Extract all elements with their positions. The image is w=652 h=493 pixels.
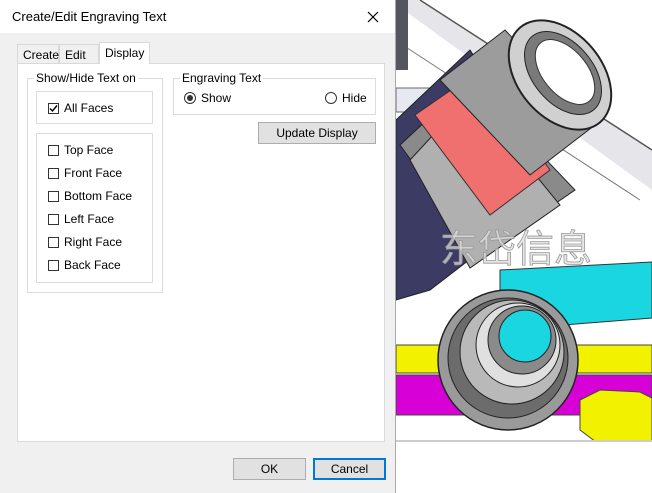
tab-create[interactable]: Create [17, 44, 59, 63]
tab-display[interactable]: Display [99, 42, 150, 64]
checkbox-box [48, 167, 59, 179]
back-face-label: Back Face [64, 258, 121, 272]
yellow-nut [579, 389, 652, 446]
all-faces-box: All Faces [36, 91, 153, 124]
title-bar: Create/Edit Engraving Text [0, 0, 395, 33]
faces-box: Top Face Front Face Bottom Face Left Fac… [36, 133, 153, 283]
ok-button[interactable]: OK [233, 458, 306, 480]
radio-circle [184, 92, 196, 104]
checkmark-icon [49, 104, 58, 112]
back-face-checkbox[interactable]: Back Face [48, 258, 121, 272]
bottom-face-checkbox[interactable]: Bottom Face [48, 189, 132, 203]
checkbox-box [48, 144, 59, 156]
update-display-button[interactable]: Update Display [258, 122, 376, 144]
show-radio-label: Show [201, 91, 232, 105]
cancel-button[interactable]: Cancel [313, 458, 386, 480]
hide-radio-label: Hide [342, 91, 367, 105]
radio-circle [325, 92, 337, 104]
all-faces-checkbox[interactable]: All Faces [48, 101, 113, 115]
checkbox-box [48, 236, 59, 248]
show-radio[interactable]: Show [184, 91, 231, 105]
bottom-face-label: Bottom Face [64, 189, 133, 203]
radio-selected-dot [187, 95, 193, 101]
show-hide-group: Show/Hide Text on All Faces Top Face Fro… [27, 71, 163, 293]
left-face-checkbox[interactable]: Left Face [48, 212, 114, 226]
dialog-title: Create/Edit Engraving Text [12, 9, 167, 24]
right-face-label: Right Face [64, 235, 123, 249]
right-face-checkbox[interactable]: Right Face [48, 235, 122, 249]
close-icon [367, 11, 379, 22]
engraving-dialog: Create/Edit Engraving Text Create Edit D… [0, 0, 396, 493]
checkbox-box [48, 190, 59, 202]
left-face-label: Left Face [64, 212, 115, 226]
watermark-text: 东岱信息 [440, 227, 592, 271]
engraving-text-legend: Engraving Text [180, 71, 264, 85]
top-face-checkbox[interactable]: Top Face [48, 143, 113, 157]
checkbox-box [48, 259, 59, 271]
front-face-label: Front Face [64, 166, 123, 180]
top-face-label: Top Face [64, 143, 114, 157]
engraving-text-group: Engraving Text Show Hide [173, 71, 376, 115]
tab-edit[interactable]: Edit [59, 44, 99, 63]
front-face-checkbox[interactable]: Front Face [48, 166, 122, 180]
show-hide-legend: Show/Hide Text on [34, 71, 138, 85]
close-button[interactable] [351, 0, 395, 33]
hide-radio[interactable]: Hide [325, 91, 367, 105]
checkbox-box [48, 102, 59, 114]
checkbox-box [48, 213, 59, 225]
all-faces-label: All Faces [64, 101, 114, 115]
display-tab-panel: Show/Hide Text on All Faces Top Face Fro… [17, 63, 385, 442]
